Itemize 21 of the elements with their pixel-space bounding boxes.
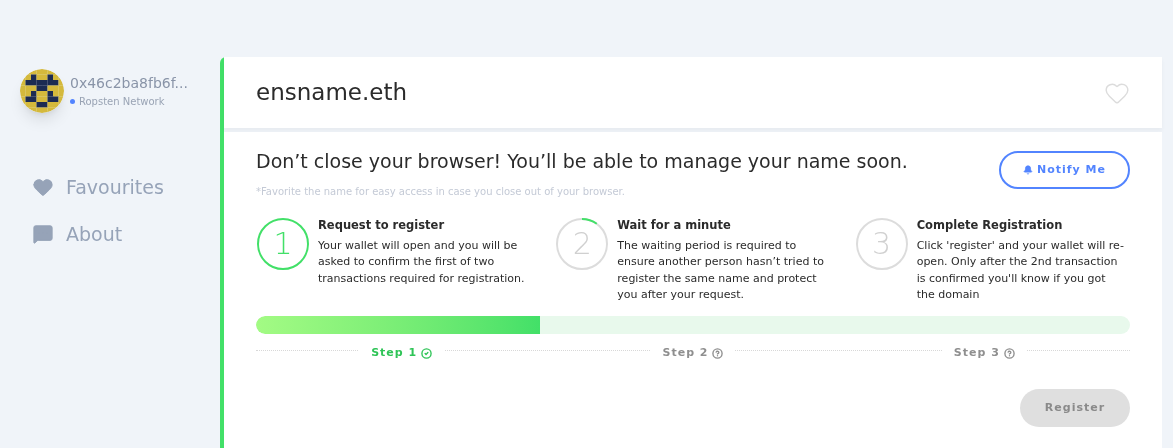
notice-title: Don’t close your browser! You’ll be able to manage your name soon. — [256, 149, 908, 174]
heart-icon — [32, 176, 54, 199]
step-description: The waiting period is required to ensure another person hasn’t tried to register the same name and protect you after your request. — [617, 237, 825, 304]
notify-button[interactable]: Notify Me — [999, 151, 1130, 189]
help-icon — [712, 347, 724, 359]
check-icon — [421, 347, 433, 359]
network-name: Ropsten Network — [79, 95, 165, 109]
step-title: Request to register — [318, 216, 446, 234]
sidebar-link[interactable]: About — [32, 219, 220, 248]
step-title: Complete Registration — [916, 216, 1064, 234]
avatar-icon — [20, 69, 64, 113]
step-number-circle: 1 — [256, 216, 310, 271]
chat-icon — [32, 222, 54, 245]
step-description: Your wallet will open and you will be asked to confirm the first of two transactions required for registration. — [318, 237, 526, 287]
help-icon — [1003, 347, 1015, 359]
account-address: 0x46c2ba8fb6f... — [70, 74, 188, 93]
step-description: Click 'register' and your wallet will re-open. Only after the 2nd transaction is confirmed you'll know if you got the domain — [916, 237, 1125, 304]
sidebar-link[interactable]: Favourites — [32, 173, 220, 202]
step-title: Wait for a minute — [617, 216, 732, 234]
bell-icon — [1023, 165, 1033, 175]
domain-name: ensname.eth — [256, 78, 407, 108]
